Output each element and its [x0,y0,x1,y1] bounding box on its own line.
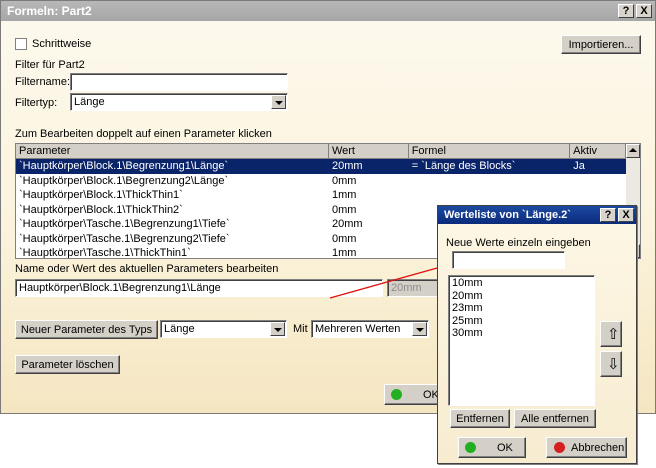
remove-all-button[interactable]: Alle entfernen [514,409,596,428]
ok-icon [465,442,476,453]
popup-ok-button[interactable]: OK [458,437,526,458]
popup-titlebar[interactable]: Werteliste von `Länge.2` ? X [438,206,636,224]
popup-cancel-label: Abbrechen [571,441,625,454]
arrow-up-icon: ⇧ [607,326,620,343]
list-item[interactable]: 23mm [449,302,594,315]
move-down-button[interactable]: ⇩ [600,351,622,377]
remove-button[interactable]: Entfernen [450,409,510,428]
list-item[interactable]: 10mm [449,277,594,290]
value-list[interactable]: 10mm 20mm 23mm 25mm 30mm [448,275,595,406]
list-item[interactable]: 25mm [449,315,594,328]
arrow-down-icon: ⇩ [607,356,620,373]
new-values-label: Neue Werte einzeln eingeben [446,237,591,249]
popup-help-button[interactable]: ? [600,208,616,222]
popup-cancel-button[interactable]: Abbrechen [546,437,627,458]
value-list-dialog: Werteliste von `Länge.2` ? X Neue Werte … [437,205,637,464]
new-value-input[interactable] [452,251,565,269]
list-item[interactable]: 30mm [449,327,594,340]
move-up-button[interactable]: ⇧ [600,321,622,347]
popup-title: Werteliste von `Länge.2` [444,209,571,221]
popup-close-button[interactable]: X [618,208,634,222]
value-list-items: 10mm 20mm 23mm 25mm 30mm [449,276,594,340]
list-item[interactable]: 20mm [449,290,594,303]
cancel-icon [554,442,565,453]
popup-ok-label: OK [497,441,513,454]
